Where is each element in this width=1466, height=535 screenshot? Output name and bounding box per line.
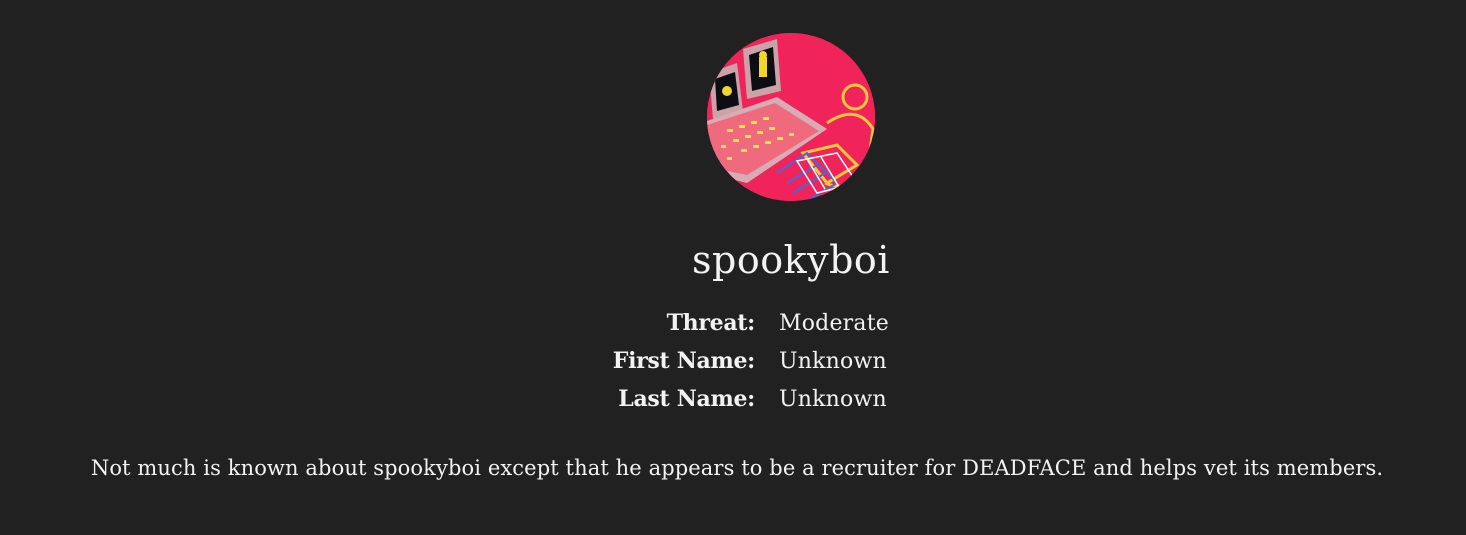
profile-bio: Not much is known about spookyboi except… [90,456,1384,480]
detail-label: Last Name: [618,386,755,412]
detail-value: Moderate [779,310,889,336]
detail-label: First Name: [612,348,756,374]
detail-row-first-name: First Name: Unknown [560,342,980,380]
detail-row-last-name: Last Name: Unknown [560,380,980,418]
detail-value: Unknown [779,386,887,412]
profile-username: spookyboi [692,238,890,282]
profile-details: Threat: Moderate First Name: Unknown Las… [560,304,980,418]
detail-row-threat: Threat: Moderate [560,304,980,342]
retro-computer-console-icon [707,33,875,201]
profile-avatar [707,33,875,201]
detail-label: Threat: [666,310,756,336]
detail-value: Unknown [779,348,887,374]
